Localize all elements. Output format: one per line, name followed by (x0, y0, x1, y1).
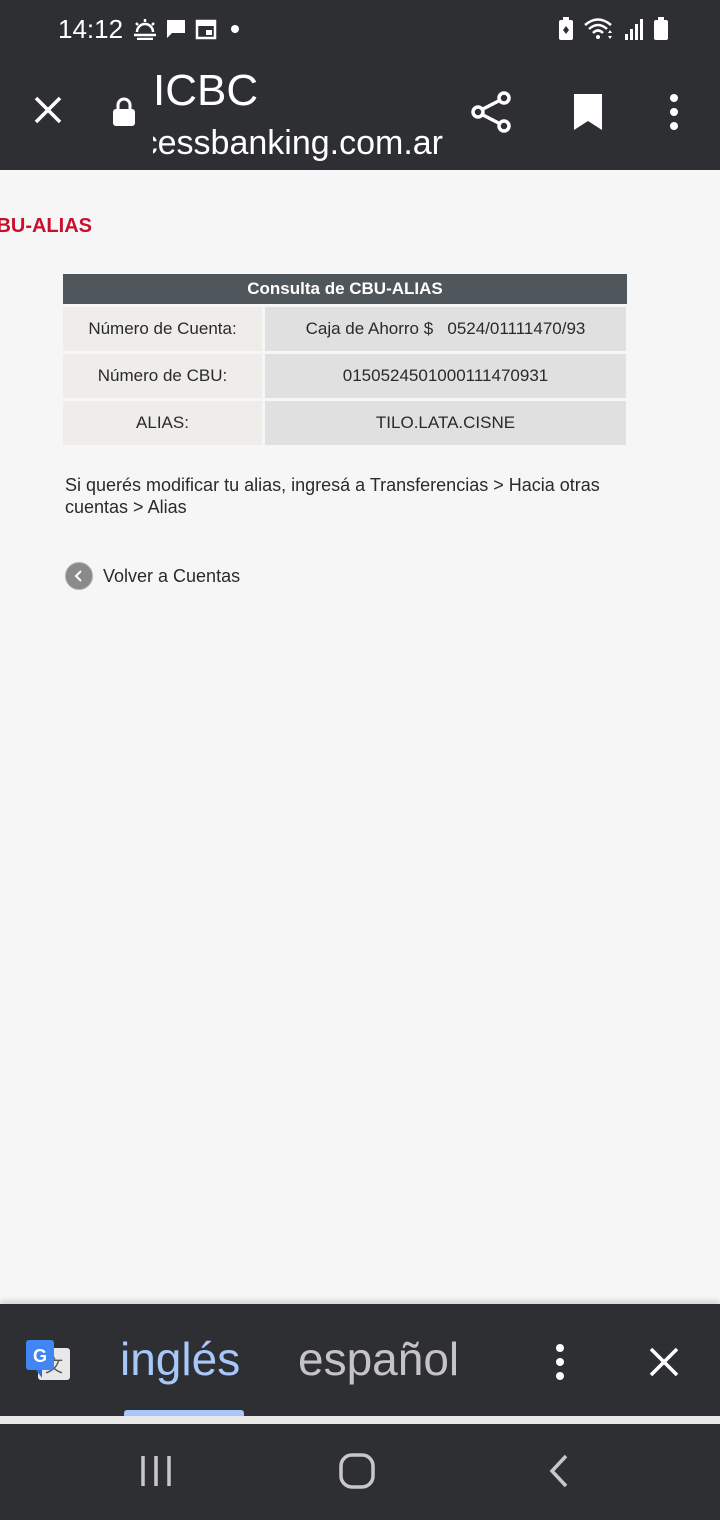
share-icon[interactable] (470, 90, 514, 134)
back-link-label[interactable]: Volver a Cuentas (103, 566, 240, 587)
more-icon[interactable] (660, 92, 688, 132)
table-row: Número de CBU: 0150524501000111470931 (63, 354, 627, 398)
alias-label: ALIAS: (63, 401, 262, 445)
chat-icon (167, 20, 185, 38)
cbu-number-label: Número de CBU: (63, 354, 262, 398)
table-row: Número de Cuenta: Caja de Ahorro $ 0524/… (63, 307, 627, 351)
dot-icon (231, 25, 239, 33)
back-icon[interactable] (544, 1452, 574, 1490)
cbu-alias-table: Consulta de CBU-ALIAS Número de Cuenta: … (63, 274, 627, 445)
google-translate-icon: 文 G (26, 1340, 70, 1380)
calendar-icon (195, 19, 217, 40)
language-tab-ingles[interactable]: inglés (120, 1332, 240, 1386)
recents-icon[interactable] (138, 1452, 174, 1490)
status-icons-left (133, 16, 243, 42)
wifi-icon (584, 18, 612, 39)
url-text: accessbanking.com.ar (153, 124, 443, 162)
alias-value: TILO.LATA.CISNE (265, 401, 626, 445)
alias-info-text: Si querés modificar tu alias, ingresá a … (65, 475, 600, 517)
account-number-label: Número de Cuenta: (63, 307, 262, 351)
lock-icon[interactable] (110, 96, 138, 128)
status-time: 14:12 (58, 14, 124, 44)
system-nav-bar (0, 1424, 720, 1520)
cbu-number-value: 0150524501000111470931 (265, 354, 626, 398)
home-icon[interactable] (338, 1452, 376, 1490)
translate-bar: 文 G inglés español (0, 1304, 720, 1416)
more-icon[interactable] (546, 1342, 574, 1382)
back-to-accounts-link[interactable]: Volver a Cuentas (65, 562, 240, 590)
status-icons-right (558, 14, 668, 44)
bookmark-icon[interactable] (570, 92, 606, 132)
chevron-left-icon[interactable] (65, 562, 93, 590)
table-row: ALIAS: TILO.LATA.CISNE (63, 401, 627, 445)
section-heading-text: CBU-ALIAS (0, 215, 92, 237)
close-icon[interactable] (28, 90, 68, 130)
divider (0, 1416, 720, 1424)
section-heading: CBU-ALIAS (0, 215, 720, 245)
page-title: ICBC (153, 66, 259, 115)
table-title: Consulta de CBU-ALIAS (63, 274, 627, 304)
account-number-value: Caja de Ahorro $ 0524/01111470/93 (265, 307, 626, 351)
language-tab-espanol[interactable]: español (298, 1332, 459, 1386)
browser-toolbar: ICBC accessbanking.com.ar (0, 60, 720, 170)
url-display[interactable]: accessbanking.com.ar (153, 124, 443, 168)
status-bar: 14:12 (0, 0, 720, 60)
signal-icon (625, 19, 643, 40)
weather-icon (134, 19, 156, 40)
battery-saver-icon (559, 17, 573, 40)
svg-text:G: G (33, 1346, 47, 1366)
battery-icon (654, 17, 668, 40)
close-icon[interactable] (646, 1344, 682, 1380)
